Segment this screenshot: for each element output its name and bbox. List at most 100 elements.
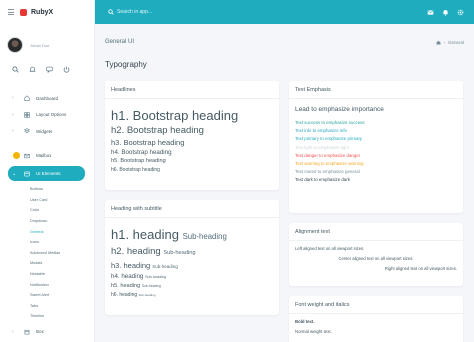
chevron-down-icon: ⌄ <box>12 170 17 177</box>
search-icon[interactable] <box>108 9 114 15</box>
heading-h4: h4. Bootstrap heading <box>111 149 172 156</box>
brand-name: RubyX <box>31 8 54 16</box>
layers-icon <box>23 128 30 135</box>
search-input[interactable] <box>117 9 237 15</box>
sidebar-item-layout-options[interactable]: › Layout Options <box>0 107 94 124</box>
heading-sub: Sub-heading <box>145 275 167 279</box>
power-icon[interactable] <box>63 66 70 73</box>
card-title: Heading with subtitle <box>105 200 279 218</box>
normal-text: Normal weight text. <box>295 329 332 334</box>
chat-icon[interactable] <box>46 66 53 73</box>
emphasis-line: Text primary to emphasize primary <box>295 136 363 142</box>
sidebar-item-label: Dashboard <box>36 95 59 101</box>
avatar[interactable] <box>7 37 23 53</box>
sidebar-item-label: Layout Options <box>36 112 67 118</box>
sidebar: RubyX Johan Doe › Dashboard › Layout Opt… <box>0 0 95 342</box>
emphasis-line: Text danger to emphasize danger <box>295 152 361 158</box>
sidebar-item-label: Mailbox <box>36 153 52 159</box>
heading-main: h5. heading <box>111 283 141 289</box>
subnav-item[interactable]: Modals <box>0 258 94 269</box>
brand-bar: RubyX <box>0 0 94 24</box>
heading-h1: h1. Bootstrap heading <box>111 108 239 123</box>
sidebar-item-ui-elements[interactable]: ⌄ UI Elements <box>8 166 85 181</box>
home-icon[interactable] <box>436 40 441 45</box>
heading-sub: Sub-heading <box>141 284 161 288</box>
heading-h1: h1. heading Sub-heading <box>111 226 273 245</box>
right-aligned-text: Right aligned text on all viewport sizes… <box>384 266 457 271</box>
sidebar-item-label: UI Elements <box>36 171 61 176</box>
user-name[interactable]: Johan Doe <box>30 43 49 48</box>
card-body: h1. Bootstrap heading h2. Bootstrap head… <box>105 99 279 180</box>
chevron-right-icon: › <box>12 328 14 335</box>
subnav-item[interactable]: Color <box>0 205 94 216</box>
subtitle-card: Heading with subtitle h1. heading Sub-he… <box>105 200 279 315</box>
emphasis-line: Text light to emphasize light <box>295 144 349 150</box>
subnav-item-current[interactable]: General <box>0 226 94 237</box>
headlines-card: Headlines h1. Bootstrap heading h2. Boot… <box>105 81 279 190</box>
chevron-right-icon: › <box>12 111 14 118</box>
menu-toggle-icon[interactable] <box>8 9 14 15</box>
heading-sub: Sub-heading <box>152 264 178 269</box>
alignment-card: Alignment text Left aligned text on all … <box>289 223 463 286</box>
gear-icon[interactable] <box>457 9 464 16</box>
bold-text: Bold text. <box>295 319 315 324</box>
subnav-item[interactable]: Timeline <box>0 311 94 322</box>
heading-h2: h2. heading Sub-heading <box>111 245 273 260</box>
card-title: Text Emphasis <box>289 81 463 99</box>
breadcrumb: › General <box>436 40 464 45</box>
grid-icon <box>23 111 30 118</box>
grid-icon <box>23 170 30 177</box>
center-aligned-text: Center aligned text on all viewport size… <box>338 256 414 261</box>
subnav-item[interactable]: Dropdown <box>0 216 94 227</box>
sidebar-item-widgets[interactable]: › Widgets <box>0 123 94 140</box>
subnav-item[interactable]: User Card <box>0 195 94 206</box>
mail-icon <box>23 152 30 159</box>
left-aligned-text: Left aligned text on all viewport sizes. <box>295 246 365 251</box>
subnav-item[interactable]: Tabs <box>0 301 94 312</box>
mail-icon[interactable] <box>427 9 434 16</box>
emphasis-line: Text dark to emphasize dark <box>295 177 350 183</box>
card-body: Left aligned text on all viewport sizes.… <box>289 241 463 280</box>
card-title: Headlines <box>105 81 279 99</box>
heading-h4: h4. heading Sub-heading <box>111 272 273 282</box>
chevron-right-icon: › <box>12 95 14 102</box>
bell-icon[interactable] <box>29 66 36 73</box>
emphasis-list: Text success to emphasize success Text in… <box>295 119 457 185</box>
sidebar-item-label: Widgets <box>36 128 53 134</box>
heading-sub: Sub-heading <box>163 250 196 256</box>
subnav-item[interactable]: Buttons <box>0 184 94 195</box>
search-icon[interactable] <box>12 65 19 73</box>
status-dot <box>13 152 20 160</box>
heading-h3: h3. Bootstrap heading <box>111 138 185 147</box>
subnav-item[interactable]: Sweet Alert <box>0 290 94 301</box>
subnav-item[interactable]: Icons <box>0 237 94 248</box>
card-body: Bold text. Normal weight text. <box>289 314 463 342</box>
heading-h6: h6. Bootstrap heading <box>111 166 160 173</box>
bell-icon[interactable] <box>442 9 449 16</box>
sidebar-item-dashboard[interactable]: › Dashboard <box>0 90 94 107</box>
heading-h5: h5. Bootstrap heading <box>111 158 166 164</box>
sidebar-item-label: Box <box>36 329 44 335</box>
subnav-item[interactable]: Advanced Medias <box>0 248 94 259</box>
text-emphasis-card: Text Emphasis Lead to emphasize importan… <box>289 81 463 213</box>
subnav-item[interactable]: Notification <box>0 279 94 290</box>
heading-main: h2. heading <box>111 246 161 257</box>
heading-h3: h3. heading Sub-heading <box>111 260 273 272</box>
user-profile[interactable]: Johan Doe <box>0 30 94 60</box>
page-title-bar: General UI › General <box>95 24 474 60</box>
card-title: Alignment text <box>289 223 463 241</box>
subnav-item[interactable]: Nestable <box>0 269 94 280</box>
heading-main: h4. heading <box>111 273 144 280</box>
lead-text: Lead to emphasize importance <box>295 106 384 113</box>
breadcrumb-current: General <box>447 39 464 45</box>
heading-h5: h5. heading Sub-heading <box>111 282 273 291</box>
top-header <box>95 0 474 24</box>
sidebar-item-mailbox[interactable]: Mailbox <box>0 148 94 165</box>
sidebar-nav: › Dashboard › Layout Options › Widgets M… <box>0 90 94 340</box>
sidebar-item-box[interactable]: › Box <box>0 324 94 341</box>
user-actions <box>0 62 94 76</box>
box-icon <box>23 328 30 335</box>
heading-h6: h6. heading Sub-heading <box>111 291 273 299</box>
heading-main: h3. heading <box>111 261 151 270</box>
emphasis-line: Text info to emphasize info <box>295 128 347 134</box>
